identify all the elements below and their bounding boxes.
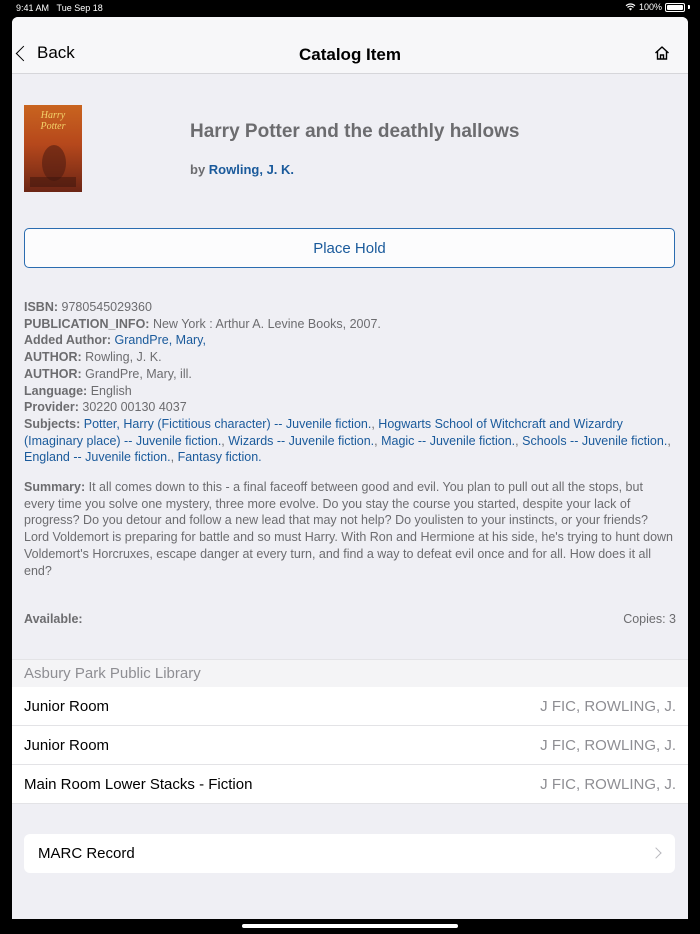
holding-location: Junior Room — [24, 698, 110, 715]
library-name: Asbury Park Public Library — [12, 659, 688, 687]
holding-call-number: J FIC, ROWLING, J. — [540, 776, 676, 793]
metadata-block: ISBN: 9780545029360 PUBLICATION_INFO: Ne… — [24, 299, 676, 466]
subject-link[interactable]: Wizards -- Juvenile fiction. — [228, 434, 374, 448]
subject-link[interactable]: Magic -- Juvenile fiction. — [381, 434, 515, 448]
cover-title-line-2: Potter — [40, 121, 66, 132]
page-title: Catalog Item — [298, 45, 402, 64]
provider-row: Provider: 30220 00130 4037 — [24, 400, 187, 415]
holding-location: Junior Room — [24, 737, 110, 754]
status-bar: 9:41 AM Tue Sep 18 100% — [0, 0, 700, 16]
status-time: 9:41 AM Tue Sep 18 — [16, 3, 103, 13]
wifi-icon — [625, 3, 636, 11]
summary-block: Summary: It all comes down to this - a f… — [24, 480, 674, 578]
cover-title-line-1: Harry — [40, 110, 66, 121]
added-author-row: Added Author: GrandPre, Mary, — [24, 333, 206, 348]
author-row: AUTHOR: GrandPre, Mary, ill. — [24, 366, 192, 381]
holdings-section: Asbury Park Public Library Junior Room J… — [12, 659, 688, 804]
place-hold-button[interactable]: Place Hold — [24, 228, 675, 268]
chevron-right-icon — [650, 847, 662, 859]
holding-row[interactable]: Junior Room J FIC, ROWLING, J. — [12, 687, 688, 726]
author-row: AUTHOR: Rowling, J. K. — [24, 350, 162, 365]
language-row: Language: English — [24, 383, 132, 398]
subjects-row: Subjects: Potter, Harry (Fictitious char… — [24, 416, 671, 465]
isbn-row: ISBN: 9780545029360 — [24, 300, 152, 314]
subject-link[interactable]: Potter, Harry (Fictitious character) -- … — [84, 417, 372, 431]
holding-call-number: J FIC, ROWLING, J. — [540, 737, 676, 754]
holding-row[interactable]: Junior Room J FIC, ROWLING, J. — [12, 726, 688, 765]
subject-link[interactable]: Schools -- Juvenile fiction. — [522, 434, 667, 448]
battery-percent: 100% — [638, 2, 662, 12]
battery-icon — [665, 2, 685, 12]
marc-record-label: MARC Record — [38, 845, 135, 862]
author-link[interactable]: Rowling, J. K. — [209, 162, 294, 177]
publication-row: PUBLICATION_INFO: New York : Arthur A. L… — [24, 316, 381, 331]
holding-call-number: J FIC, ROWLING, J. — [540, 698, 676, 715]
copies-count: Copies: 3 — [623, 612, 676, 626]
available-label: Available: — [24, 612, 83, 626]
author-line: by Rowling, J. K. — [190, 162, 295, 177]
subject-link[interactable]: England -- Juvenile fiction. — [24, 450, 171, 464]
book-cover-image: Harry Potter — [24, 105, 82, 192]
book-title: Harry Potter and the deathly hallows — [190, 121, 520, 142]
home-indicator[interactable] — [242, 924, 458, 928]
home-icon[interactable] — [654, 45, 670, 61]
navigation-bar: Back Catalog Item — [12, 17, 688, 74]
added-author-link[interactable]: GrandPre, Mary, — [115, 333, 206, 347]
status-right: 100% — [625, 2, 690, 12]
holding-location: Main Room Lower Stacks - Fiction — [24, 776, 253, 793]
summary-text: It all comes down to this - a final face… — [24, 480, 674, 578]
holding-row[interactable]: Main Room Lower Stacks - Fiction J FIC, … — [12, 765, 688, 804]
subject-link[interactable]: Fantasy fiction. — [178, 450, 262, 464]
marc-record-button[interactable]: MARC Record — [24, 834, 675, 873]
app-screen: Back Catalog Item Harry Potter Harry Pot… — [12, 17, 688, 919]
